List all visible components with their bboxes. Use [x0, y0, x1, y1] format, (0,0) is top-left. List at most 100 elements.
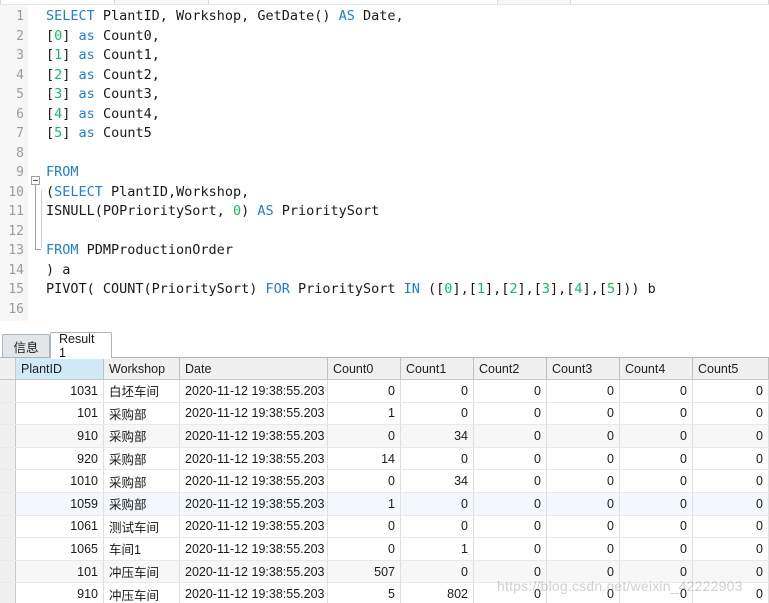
- table-cell[interactable]: 5: [328, 583, 401, 603]
- table-cell[interactable]: 0: [474, 425, 547, 447]
- table-cell[interactable]: 0: [474, 583, 547, 603]
- row-selector-cell[interactable]: [0, 583, 16, 603]
- table-cell[interactable]: 34: [401, 425, 474, 447]
- table-cell[interactable]: 2020-11-12 19:38:55.203: [180, 425, 328, 447]
- table-cell[interactable]: 0: [693, 380, 769, 402]
- table-row[interactable]: 910 采购部 2020-11-12 19:38:55.203 0 34 0 0 0 0: [0, 425, 769, 448]
- table-cell[interactable]: 0: [620, 515, 693, 538]
- row-selector-cell[interactable]: [0, 538, 16, 560]
- column-header-count5[interactable]: Count5: [693, 358, 769, 379]
- table-cell[interactable]: 0: [693, 470, 769, 492]
- table-cell[interactable]: 采购部: [104, 402, 180, 425]
- table-cell[interactable]: 冲压车间: [104, 560, 180, 583]
- column-header-count0[interactable]: Count0: [328, 358, 401, 379]
- row-selector-cell[interactable]: [0, 425, 16, 447]
- row-selector-cell[interactable]: [0, 492, 16, 515]
- table-cell[interactable]: 0: [328, 515, 401, 538]
- row-selector-cell[interactable]: [0, 380, 16, 402]
- column-header-date[interactable]: Date: [180, 358, 328, 379]
- table-cell[interactable]: 1: [328, 402, 401, 425]
- table-row[interactable]: 1061 测试车间 2020-11-12 19:38:55.203 0 0 0 0 0 0: [0, 515, 769, 539]
- table-cell[interactable]: 0: [401, 492, 474, 515]
- column-header-count4[interactable]: Count4: [620, 358, 693, 379]
- table-cell[interactable]: 采购部: [104, 492, 180, 515]
- row-selector-cell[interactable]: [0, 560, 16, 583]
- table-cell[interactable]: 0: [620, 492, 693, 515]
- table-cell[interactable]: 0: [620, 560, 693, 583]
- table-cell[interactable]: 0: [401, 402, 474, 425]
- table-cell[interactable]: 1: [328, 492, 401, 515]
- table-cell[interactable]: 0: [693, 402, 769, 425]
- table-cell[interactable]: 1065: [16, 538, 104, 560]
- table-cell[interactable]: 0: [547, 515, 620, 538]
- table-cell[interactable]: 0: [328, 380, 401, 402]
- table-cell[interactable]: 2020-11-12 19:38:55.203: [180, 402, 328, 425]
- table-row[interactable]: 101 采购部 2020-11-12 19:38:55.203 1 0 0 0 0 0: [0, 402, 769, 426]
- table-cell[interactable]: 0: [401, 447, 474, 470]
- row-selector-cell[interactable]: [0, 402, 16, 425]
- column-header-plantid[interactable]: PlantID: [16, 358, 104, 379]
- table-cell[interactable]: 0: [693, 447, 769, 470]
- table-cell[interactable]: 2020-11-12 19:38:55.203: [180, 470, 328, 492]
- table-cell[interactable]: 2020-11-12 19:38:55.203: [180, 583, 328, 603]
- result-grid[interactable]: PlantID Workshop Date Count0 Count1 Count2 Cou…: [0, 358, 769, 603]
- table-cell[interactable]: 0: [547, 538, 620, 560]
- table-row[interactable]: 1065 车间1 2020-11-12 19:38:55.203 0 1 0 0 0 0: [0, 538, 769, 561]
- table-cell[interactable]: 0: [693, 560, 769, 583]
- table-cell[interactable]: 0: [547, 425, 620, 447]
- table-cell[interactable]: 0: [328, 425, 401, 447]
- row-selector-cell[interactable]: [0, 470, 16, 492]
- table-cell[interactable]: 0: [620, 470, 693, 492]
- table-cell[interactable]: 0: [547, 560, 620, 583]
- table-cell[interactable]: 2020-11-12 19:38:55.203: [180, 447, 328, 470]
- table-cell[interactable]: 采购部: [104, 425, 180, 447]
- table-cell[interactable]: 0: [401, 560, 474, 583]
- table-cell[interactable]: 802: [401, 583, 474, 603]
- table-cell[interactable]: 1010: [16, 470, 104, 492]
- tab-result-1[interactable]: Result 1: [50, 332, 112, 360]
- table-cell[interactable]: 0: [620, 538, 693, 560]
- table-cell[interactable]: 采购部: [104, 470, 180, 492]
- table-cell[interactable]: 1059: [16, 492, 104, 515]
- row-selector-cell[interactable]: [0, 515, 16, 538]
- table-row[interactable]: 920 采购部 2020-11-12 19:38:55.203 14 0 0 0 0 0: [0, 447, 769, 471]
- row-selector-cell[interactable]: [0, 447, 16, 470]
- table-cell[interactable]: 0: [547, 447, 620, 470]
- table-cell[interactable]: 2020-11-12 19:38:55.203: [180, 515, 328, 538]
- table-cell[interactable]: 0: [328, 470, 401, 492]
- table-cell[interactable]: 0: [547, 380, 620, 402]
- table-row[interactable]: 910 冲压车间 2020-11-12 19:38:55.203 5 802 0 0 0 0: [0, 583, 769, 603]
- table-cell[interactable]: 0: [547, 492, 620, 515]
- table-cell[interactable]: 2020-11-12 19:38:55.203: [180, 560, 328, 583]
- table-cell[interactable]: 0: [620, 425, 693, 447]
- table-cell[interactable]: 白坯车间: [104, 380, 180, 402]
- table-cell[interactable]: 0: [693, 425, 769, 447]
- table-cell[interactable]: 910: [16, 583, 104, 603]
- table-cell[interactable]: 测试车间: [104, 515, 180, 538]
- table-cell[interactable]: 0: [693, 538, 769, 560]
- sql-code-editor[interactable]: 1 SELECT PlantID, Workshop, GetDate() AS …: [0, 5, 769, 321]
- table-cell[interactable]: 0: [474, 470, 547, 492]
- row-selector-header[interactable]: [0, 358, 16, 379]
- table-cell[interactable]: 0: [547, 402, 620, 425]
- table-cell[interactable]: 2020-11-12 19:38:55.203: [180, 380, 328, 402]
- table-cell[interactable]: 0: [474, 492, 547, 515]
- table-cell[interactable]: 0: [401, 380, 474, 402]
- table-cell[interactable]: 101: [16, 402, 104, 425]
- table-cell[interactable]: 2020-11-12 19:38:55.203: [180, 538, 328, 560]
- code-text-area[interactable]: 1 SELECT PlantID, Workshop, GetDate() AS …: [0, 7, 769, 319]
- column-header-count1[interactable]: Count1: [401, 358, 474, 379]
- column-header-count2[interactable]: Count2: [474, 358, 547, 379]
- table-cell[interactable]: 0: [620, 447, 693, 470]
- table-cell[interactable]: 1061: [16, 515, 104, 538]
- table-cell[interactable]: 0: [693, 583, 769, 603]
- table-cell[interactable]: 0: [620, 583, 693, 603]
- table-cell[interactable]: 101: [16, 560, 104, 583]
- table-cell[interactable]: 1: [401, 538, 474, 560]
- table-row[interactable]: 101 冲压车间 2020-11-12 19:38:55.203 507 0 0 0 0 0: [0, 560, 769, 584]
- table-cell[interactable]: 1031: [16, 380, 104, 402]
- column-header-count3[interactable]: Count3: [547, 358, 620, 379]
- table-cell[interactable]: 0: [693, 492, 769, 515]
- table-cell[interactable]: 34: [401, 470, 474, 492]
- table-cell[interactable]: 车间1: [104, 538, 180, 560]
